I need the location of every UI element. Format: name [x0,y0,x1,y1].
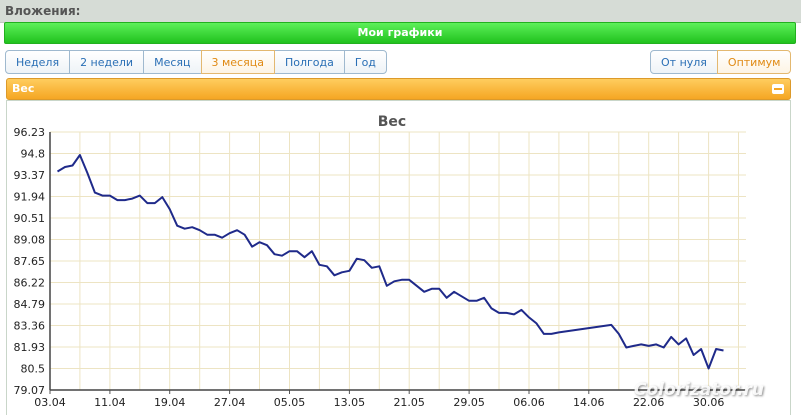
y-tick-label: 96.23 [14,126,46,139]
x-tick-label: 19.04 [154,396,186,409]
y-tick-label: 86.22 [14,277,46,290]
weight-chart: Вес 79.07 80.5 81.93 83.36 84.79 86.22 87.65 89… [6,100,791,415]
weight-chart-svg: Вес 79.0780.581.9383.3684.7986.2287.6589… [14,114,746,409]
x-tick-label: 13.05 [334,396,366,409]
tab-from-zero[interactable]: От нуля [650,50,718,74]
y-tick-label: 89.08 [14,234,46,247]
x-tick-label: 05.05 [274,396,306,409]
tab-week[interactable]: Неделя [5,50,71,74]
y-tick-label: 81.93 [14,341,46,354]
watermark: Colorizator.ru [634,380,764,400]
y-tick-label: 87.65 [14,255,46,268]
scale-mode-tabs: От нуля Оптимум [650,50,792,74]
y-tick-label: 93.37 [14,169,46,182]
x-tick-label: 14.06 [573,396,605,409]
weight-series-line [56,154,724,370]
x-tick-label: 06.06 [513,396,545,409]
y-tick-label: 83.36 [14,320,46,333]
y-tick-label: 84.79 [14,298,46,311]
attachments-label: Вложения: [5,4,81,18]
collapse-icon[interactable] [772,84,784,94]
chart-title: Вес [378,114,406,130]
tab-half-year[interactable]: Полгода [273,50,345,74]
x-tick-label: 03.04 [34,396,66,409]
x-tick-label: 11.04 [94,396,126,409]
tab-2-weeks[interactable]: 2 недели [69,50,145,74]
x-tick-label: 21.05 [393,396,425,409]
y-tick-label: 94.8 [21,148,46,161]
period-tabs: Неделя 2 недели Месяц 3 месяца Полгода Г… [5,50,387,74]
y-tick-label: 91.94 [14,191,46,204]
y-tick-label: 80.5 [21,363,46,376]
attachments-bar: Вложения: [0,0,801,23]
tab-3-months[interactable]: 3 месяца [200,50,275,74]
tab-year[interactable]: Год [343,50,387,74]
weight-chart-header: Вес [6,78,791,100]
tab-optimum[interactable]: Оптимум [716,50,792,74]
y-tick-label: 90.51 [14,212,46,225]
x-tick-label: 29.05 [453,396,485,409]
my-charts-header: Мои графики [4,22,796,44]
tab-month[interactable]: Месяц [143,50,202,74]
weight-chart-header-title: Вес [12,82,35,95]
x-tick-label: 27.04 [214,396,246,409]
